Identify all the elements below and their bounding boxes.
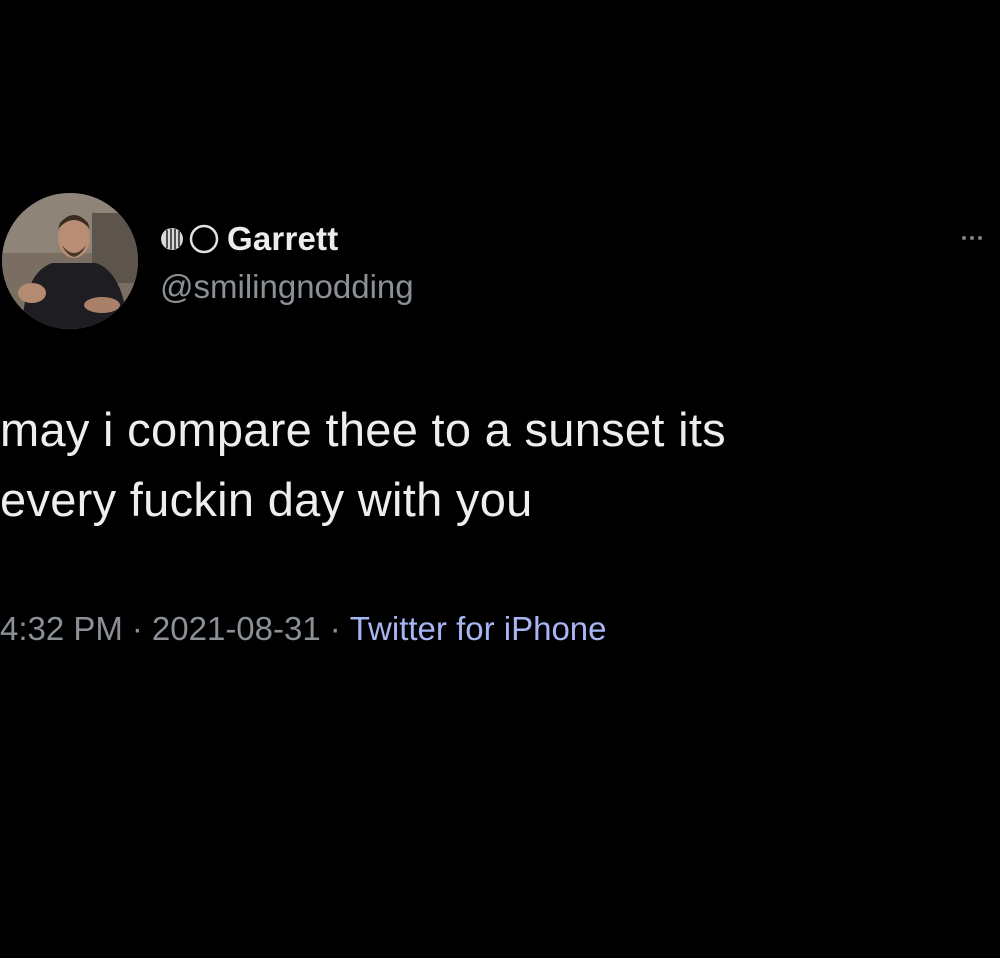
more-horizontal-icon xyxy=(970,236,974,240)
tweet-metadata: 4:32 PM · 2021-08-31 · Twitter for iPhone xyxy=(0,610,607,648)
separator-dot: · xyxy=(329,610,341,647)
more-horizontal-icon xyxy=(978,236,982,240)
separator-dot: · xyxy=(131,610,143,647)
tweet: Garrett @smilingnodding may i compare th… xyxy=(0,0,1000,958)
name-emoji-group xyxy=(160,224,219,254)
tweet-text-line: every fuckin day with you xyxy=(0,473,533,526)
avatar-photo xyxy=(2,193,138,329)
avatar[interactable] xyxy=(2,193,138,329)
more-horizontal-icon xyxy=(962,236,966,240)
author-name-row[interactable]: Garrett xyxy=(160,219,338,259)
tweet-date[interactable]: 2021-08-31 xyxy=(152,610,321,647)
tweet-time[interactable]: 4:32 PM xyxy=(0,610,123,647)
tweet-source-link[interactable]: Twitter for iPhone xyxy=(350,610,607,647)
basketball-icon xyxy=(160,227,184,251)
tweet-text-line: may i compare thee to a sunset its xyxy=(0,403,726,456)
author-handle[interactable]: @smilingnodding xyxy=(160,268,414,306)
author-display-name[interactable]: Garrett xyxy=(227,220,338,258)
tweet-text: may i compare thee to a sunset its every… xyxy=(0,395,990,535)
circle-icon xyxy=(189,224,219,254)
more-options-button[interactable] xyxy=(962,228,1000,248)
